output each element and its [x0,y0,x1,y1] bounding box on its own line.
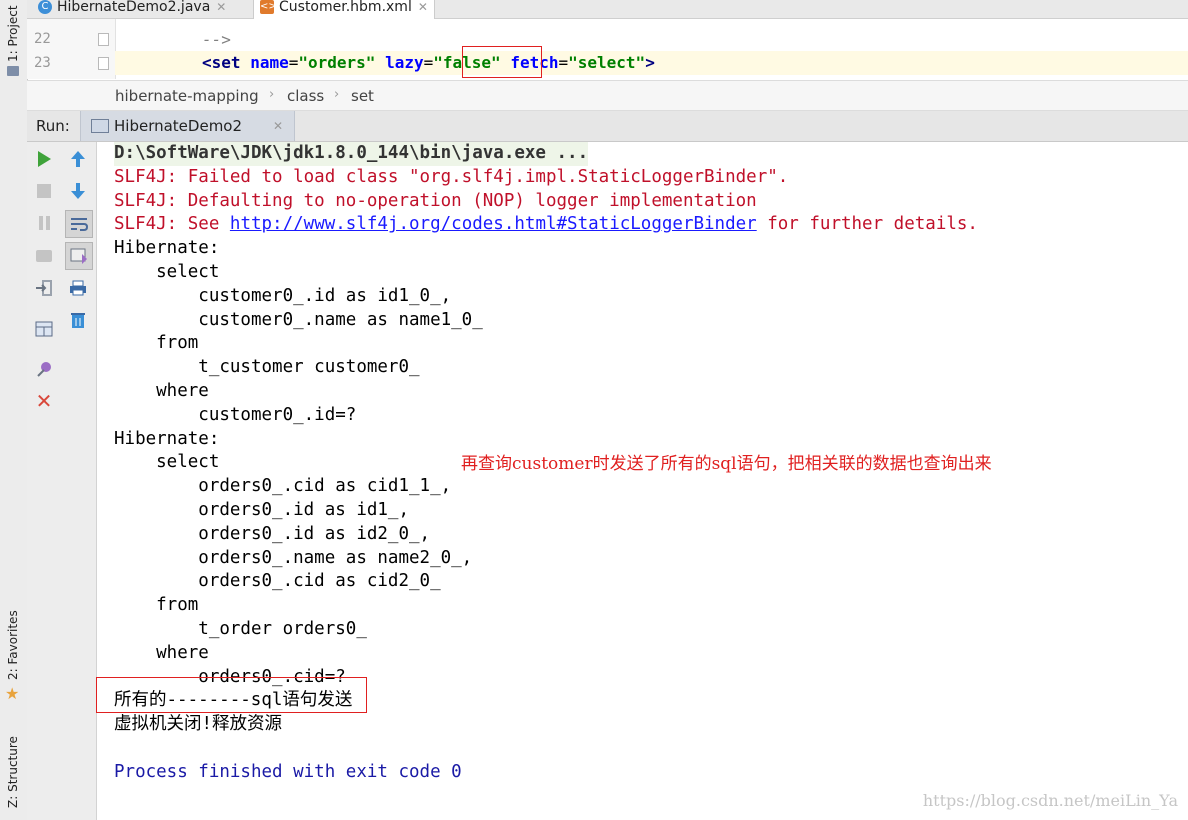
code-line-22: --> [202,30,231,49]
run-tab-hibernatedemo2[interactable]: HibernateDemo2 ✕ [80,111,295,141]
console-error-line: SLF4J: Failed to load class "org.slf4j.i… [114,166,789,187]
run-panel-header: Run: HibernateDemo2 ✕ [27,111,1188,142]
console-icon [91,119,109,133]
console-error-line: SLF4J: See http://www.slf4j.org/codes.ht… [114,214,978,235]
console-line: customer0_.id as id1_0_, [114,285,452,306]
layout-icon[interactable] [33,318,55,340]
console-line: t_order orders0_ [114,618,378,639]
sql-sent-highlight-box [96,677,367,713]
watermark: https://blog.csdn.net/meiLin_Ya [922,791,1178,810]
console-line: orders0_.cid as cid1_1_, [114,476,452,497]
editor-tab-bar: C HibernateDemo2.java ✕ <> Customer.hbm.… [27,0,1188,19]
console-line: orders0_.cid as cid2_0_ [114,571,452,592]
tab-customer-hbm-xml[interactable]: <> Customer.hbm.xml ✕ [253,0,435,19]
lazy-false-highlight-box [462,46,542,78]
console-line: where [114,380,209,401]
breadcrumb-item[interactable]: class [287,87,324,105]
console-line: where [114,642,209,663]
project-tool-label[interactable]: 1: Project [6,5,20,62]
arrow-up-icon[interactable] [67,148,89,170]
line-number: 22 [34,31,51,47]
console-line: select [114,261,220,282]
soft-wrap-icon[interactable] [65,210,93,238]
camera-icon[interactable] [33,245,55,267]
rerun-icon[interactable] [33,148,55,170]
chevron-right-icon: › [334,87,340,102]
run-toolbar-primary: ✕ [27,142,62,820]
run-label: Run: [36,117,70,135]
close-icon[interactable]: ✕ [418,0,428,14]
close-icon[interactable]: ✕ [273,119,283,133]
annotation-note: 再查询customer时发送了所有的sql语句，把相关联的数据也查询出来 [461,454,992,474]
fold-marker-icon[interactable] [98,33,109,46]
console-line: orders0_.id as id1_, [114,499,410,520]
xml-file-icon: <> [260,0,277,14]
java-class-icon: C [38,0,52,14]
tab-hibernatedemo2-java[interactable]: C HibernateDemo2.java ✕ [38,0,226,18]
breadcrumb-item[interactable]: set [351,87,374,105]
pin-icon[interactable] [33,358,55,380]
run-tab-label: HibernateDemo2 [114,117,243,135]
console-command-line: D:\SoftWare\JDK\jdk1.8.0_144\bin\java.ex… [114,142,589,166]
structure-tool-label[interactable]: Z: Structure [6,736,20,808]
breadcrumb: hibernate-mapping › class › set [27,80,1188,111]
login-icon[interactable] [33,277,55,299]
pause-icon[interactable] [33,212,55,234]
run-console-output[interactable]: D:\SoftWare\JDK\jdk1.8.0_144\bin\java.ex… [96,142,1188,820]
console-line: Hibernate: [114,238,230,259]
code-line-23: <set name="orders" lazy="false" fetch="s… [202,53,655,72]
code-editor[interactable]: 22 23 --> <set name="orders" lazy="false… [27,19,1188,79]
stop-icon[interactable] [33,180,55,202]
print-icon[interactable] [67,277,89,299]
console-line-shutdown: 虚拟机关闭!释放资源 [114,714,283,735]
line-number: 23 [34,55,51,71]
console-line: Hibernate: [114,428,230,449]
project-icon[interactable] [7,66,19,76]
console-process-finished: Process finished with exit code 0 [114,761,462,782]
close-icon[interactable]: ✕ [216,0,226,14]
fold-marker-icon[interactable] [98,57,109,70]
console-line: t_customer customer0_ [114,357,431,378]
console-line: customer0_.name as name1_0_ [114,309,494,330]
line-gutter: 22 23 [27,19,116,79]
console-line: orders0_.name as name2_0_, [114,547,473,568]
scroll-to-end-icon[interactable] [65,242,93,270]
run-toolbar-secondary [61,142,97,820]
trash-icon[interactable] [67,309,89,331]
slf4j-link[interactable]: http://www.slf4j.org/codes.html#StaticLo… [230,214,757,234]
arrow-down-icon[interactable] [67,180,89,202]
console-line: from [114,595,199,616]
close-icon[interactable]: ✕ [33,389,55,413]
chevron-right-icon: › [269,87,275,102]
console-line: customer0_.id=? [114,404,357,425]
favorites-tool-label[interactable]: 2: Favorites [6,610,20,680]
breadcrumb-item[interactable]: hibernate-mapping [115,87,259,105]
left-tool-strip: 1: Project 2: Favorites ★ Z: Structure [0,0,28,820]
console-line: orders0_.id as id2_0_, [114,523,431,544]
tab-label: Customer.hbm.xml [279,0,412,15]
tab-label: HibernateDemo2.java [57,0,211,15]
console-error-line: SLF4J: Defaulting to no-operation (NOP) … [114,190,757,211]
star-icon[interactable]: ★ [5,684,19,703]
console-line: from [114,333,199,354]
